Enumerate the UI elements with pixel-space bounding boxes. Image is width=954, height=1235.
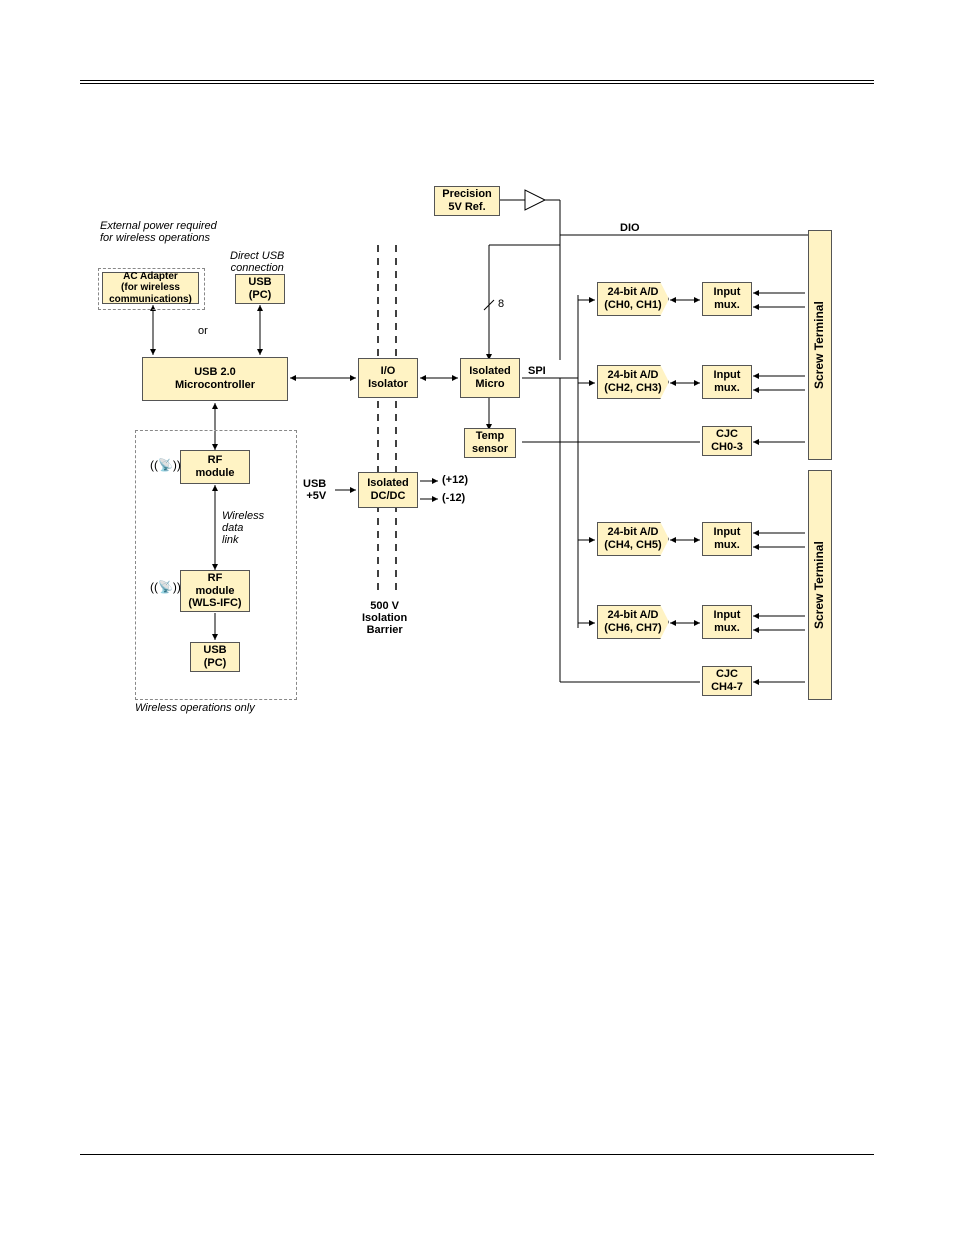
- label-spi: SPI: [528, 365, 546, 377]
- block-ad-ch23: 24-bit A/D (CH2, CH3): [597, 365, 669, 399]
- block-usb-pc-bottom-label: USB (PC): [203, 644, 226, 669]
- block-isolated-dcdc: Isolated DC/DC: [358, 472, 418, 508]
- block-rf-module-ifc-label: RF module (WLS-IFC): [188, 572, 241, 610]
- block-ad-ch01: 24-bit A/D (CH0, CH1): [597, 282, 669, 316]
- header-rule-2: [80, 83, 874, 84]
- note-direct-usb: Direct USB connection: [230, 250, 284, 274]
- label-dio: DIO: [620, 222, 640, 234]
- block-rf-module: RF module: [180, 450, 250, 484]
- block-mux-2: Input mux.: [702, 365, 752, 399]
- screw-terminal-bottom-label: Screw Terminal: [813, 541, 827, 629]
- footer-rule: [80, 1154, 874, 1155]
- block-diagram: External power required for wireless ope…: [80, 160, 874, 760]
- block-cjc-03: CJC CH0-3: [702, 426, 752, 456]
- block-mux1-label: Input mux.: [714, 286, 741, 311]
- block-ad67-label: 24-bit A/D (CH6, CH7): [604, 609, 661, 634]
- block-mux4-label: Input mux.: [714, 609, 741, 634]
- block-usb-micro-label: USB 2.0 Microcontroller: [175, 366, 255, 391]
- label-minus12: (-12): [442, 492, 465, 504]
- header-rule: [80, 80, 874, 81]
- block-usb-pc-bottom: USB (PC): [190, 642, 240, 672]
- screw-terminal-top-label: Screw Terminal: [813, 301, 827, 389]
- block-ad45-label: 24-bit A/D (CH4, CH5): [604, 526, 661, 551]
- label-isolation-barrier: 500 V Isolation Barrier: [362, 600, 407, 636]
- block-precision-ref-label: Precision 5V Ref.: [442, 188, 492, 213]
- block-rf-module-label: RF module: [195, 454, 234, 479]
- block-ad-ch67: 24-bit A/D (CH6, CH7): [597, 605, 669, 639]
- note-wireless-only: Wireless operations only: [135, 702, 255, 714]
- antenna-icon-2: ((📡)): [150, 580, 181, 594]
- block-iso-dcdc-label: Isolated DC/DC: [367, 477, 409, 502]
- block-isolated-micro: Isolated Micro: [460, 358, 520, 398]
- block-precision-ref: Precision 5V Ref.: [434, 186, 500, 216]
- block-mux-1: Input mux.: [702, 282, 752, 316]
- block-mux3-label: Input mux.: [714, 526, 741, 551]
- antenna-icon-1: ((📡)): [150, 458, 181, 472]
- block-rf-module-ifc: RF module (WLS-IFC): [180, 570, 250, 612]
- label-or: or: [198, 325, 208, 337]
- block-cjc03-label: CJC CH0-3: [711, 428, 743, 453]
- block-mux-4: Input mux.: [702, 605, 752, 639]
- block-usb-pc-top: USB (PC): [235, 274, 285, 304]
- block-temp-sensor: Temp sensor: [464, 428, 516, 458]
- block-screw-terminal-top: Screw Terminal: [808, 230, 832, 460]
- label-usb-5v: USB +5V: [303, 478, 326, 502]
- label-plus12: (+12): [442, 474, 468, 486]
- block-temp-sensor-label: Temp sensor: [472, 430, 508, 455]
- block-usb-pc-top-label: USB (PC): [248, 276, 271, 301]
- block-io-isolator: I/O Isolator: [358, 358, 418, 398]
- label-bus8: 8: [498, 298, 504, 310]
- block-ad01-label: 24-bit A/D (CH0, CH1): [604, 286, 661, 311]
- block-cjc47-label: CJC CH4-7: [711, 668, 743, 693]
- note-external-power: External power required for wireless ope…: [100, 220, 217, 244]
- block-mux2-label: Input mux.: [714, 369, 741, 394]
- block-ac-adapter: AC Adapter (for wireless communications): [102, 272, 199, 304]
- block-cjc-47: CJC CH4-7: [702, 666, 752, 696]
- block-ad23-label: 24-bit A/D (CH2, CH3): [604, 369, 661, 394]
- block-mux-3: Input mux.: [702, 522, 752, 556]
- block-usb-microcontroller: USB 2.0 Microcontroller: [142, 357, 288, 401]
- block-iso-micro-label: Isolated Micro: [469, 365, 511, 390]
- block-ad-ch45: 24-bit A/D (CH4, CH5): [597, 522, 669, 556]
- block-io-isolator-label: I/O Isolator: [368, 365, 408, 390]
- block-screw-terminal-bottom: Screw Terminal: [808, 470, 832, 700]
- block-ac-adapter-label: AC Adapter (for wireless communications): [109, 271, 192, 306]
